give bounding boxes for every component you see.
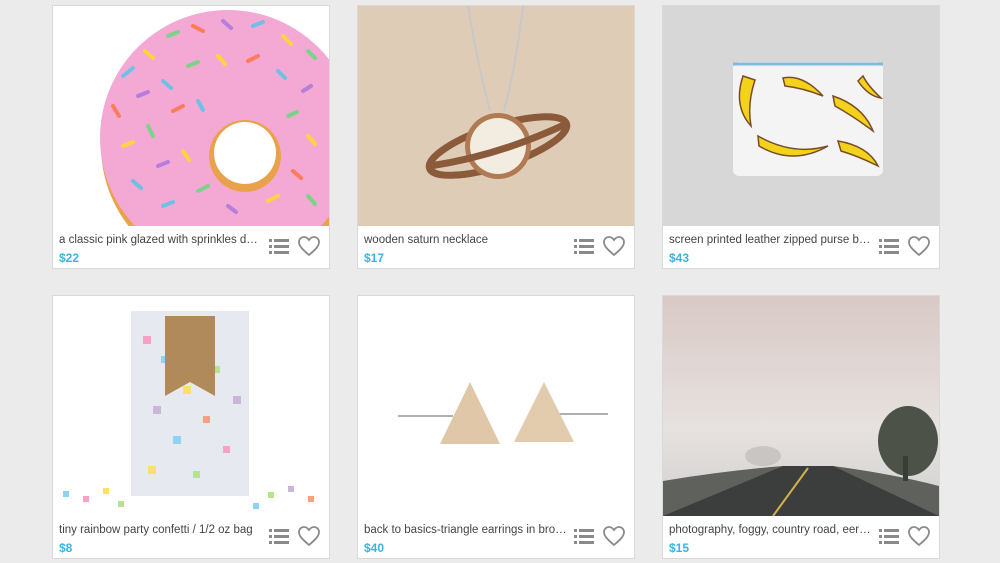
triangle-earrings-image bbox=[358, 296, 634, 516]
listing-price: $43 bbox=[669, 251, 690, 265]
heart-outline-icon bbox=[603, 526, 625, 547]
favorite-button[interactable] bbox=[907, 525, 931, 547]
heart-outline-icon bbox=[298, 526, 320, 547]
list-icon bbox=[574, 529, 594, 544]
donut-image bbox=[53, 6, 329, 226]
banana-purse-image bbox=[663, 6, 939, 226]
favorite-button[interactable] bbox=[907, 235, 931, 257]
heart-outline-icon bbox=[908, 236, 930, 257]
listing-card[interactable]: tiny rainbow party confetti / 1/2 oz bag… bbox=[52, 295, 330, 559]
foggy-road-image bbox=[663, 296, 939, 516]
listing-price: $22 bbox=[59, 251, 80, 265]
listing-price: $40 bbox=[364, 541, 385, 555]
favorite-button[interactable] bbox=[297, 235, 321, 257]
add-to-list-button[interactable] bbox=[268, 526, 290, 546]
heart-outline-icon bbox=[298, 236, 320, 257]
list-icon bbox=[879, 239, 899, 254]
listing-price: $8 bbox=[59, 541, 73, 555]
list-icon bbox=[574, 239, 594, 254]
listing-title[interactable]: tiny rainbow party confetti / 1/2 oz bag bbox=[59, 524, 262, 536]
listing-title[interactable]: back to basics-triangle earrings in bron… bbox=[364, 524, 567, 536]
listing-title[interactable]: photography, foggy, country road, eerie,… bbox=[669, 524, 872, 536]
listing-price: $15 bbox=[669, 541, 690, 555]
confetti-bag-image bbox=[53, 296, 329, 516]
add-to-list-button[interactable] bbox=[268, 236, 290, 256]
saturn-necklace-image bbox=[358, 6, 634, 226]
listing-title[interactable]: wooden saturn necklace bbox=[364, 234, 567, 246]
listing-title[interactable]: a classic pink glazed with sprinkles don… bbox=[59, 234, 262, 246]
listing-price: $17 bbox=[364, 251, 385, 265]
listing-image[interactable] bbox=[53, 296, 329, 516]
listing-image[interactable] bbox=[663, 296, 939, 516]
heart-outline-icon bbox=[908, 526, 930, 547]
add-to-list-button[interactable] bbox=[573, 526, 595, 546]
list-icon bbox=[879, 529, 899, 544]
listing-image[interactable] bbox=[358, 296, 634, 516]
add-to-list-button[interactable] bbox=[573, 236, 595, 256]
listing-card[interactable]: photography, foggy, country road, eerie,… bbox=[662, 295, 940, 559]
add-to-list-button[interactable] bbox=[878, 236, 900, 256]
favorite-button[interactable] bbox=[297, 525, 321, 547]
heart-outline-icon bbox=[603, 236, 625, 257]
listing-card[interactable]: screen printed leather zipped purse bag.… bbox=[662, 5, 940, 269]
listing-image[interactable] bbox=[53, 6, 329, 226]
listing-title[interactable]: screen printed leather zipped purse bag.… bbox=[669, 234, 872, 246]
listing-card[interactable]: wooden saturn necklace $17 bbox=[357, 5, 635, 269]
list-icon bbox=[269, 239, 289, 254]
list-icon bbox=[269, 529, 289, 544]
add-to-list-button[interactable] bbox=[878, 526, 900, 546]
favorite-button[interactable] bbox=[602, 235, 626, 257]
listing-card[interactable]: back to basics-triangle earrings in bron… bbox=[357, 295, 635, 559]
listing-card[interactable]: a classic pink glazed with sprinkles don… bbox=[52, 5, 330, 269]
favorite-button[interactable] bbox=[602, 525, 626, 547]
listing-image[interactable] bbox=[663, 6, 939, 226]
listing-image[interactable] bbox=[358, 6, 634, 226]
